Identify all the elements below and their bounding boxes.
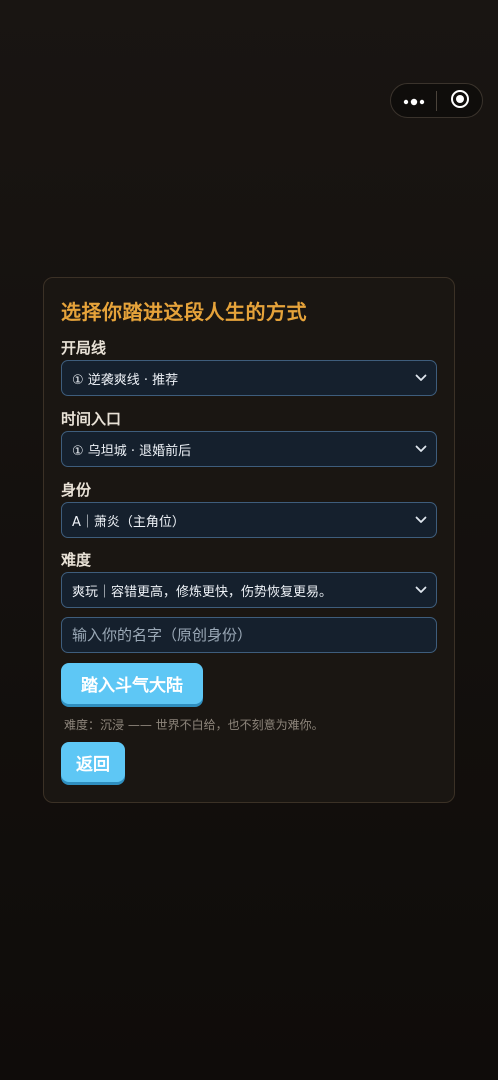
name-input[interactable] — [61, 617, 437, 653]
enter-world-button[interactable]: 踏入斗气大陆 — [61, 663, 203, 704]
card-title: 选择你踏进这段人生的方式 — [61, 300, 307, 324]
more-button[interactable] — [391, 84, 436, 117]
opening-line-select[interactable]: ① 逆袭爽线 · 推荐 — [61, 360, 437, 396]
close-mini-program-button[interactable] — [437, 84, 482, 117]
chevron-down-icon — [415, 514, 427, 526]
identity-select[interactable]: A｜萧炎（主角位） — [61, 502, 437, 538]
identity-label: 身份 — [61, 481, 92, 499]
more-dots-icon — [403, 91, 425, 110]
chevron-down-icon — [415, 584, 427, 596]
time-entry-value: ① 乌坦城 · 退婚前后 — [72, 443, 192, 459]
chevron-down-icon — [415, 443, 427, 455]
time-entry-label: 时间入口 — [61, 410, 122, 428]
opening-line-value: ① 逆袭爽线 · 推荐 — [72, 372, 179, 388]
back-button[interactable]: 返回 — [61, 742, 125, 782]
difficulty-select[interactable]: 爽玩｜容错更高，修炼更快，伤势恢复更易。 — [61, 572, 437, 608]
identity-value: A｜萧炎（主角位） — [72, 514, 185, 530]
difficulty-hint: 难度：沉浸 —— 世界不白给，也不刻意为难你。 — [64, 718, 324, 732]
time-entry-select[interactable]: ① 乌坦城 · 退婚前后 — [61, 431, 437, 467]
chevron-down-icon — [415, 372, 427, 384]
difficulty-value: 爽玩｜容错更高，修炼更快，伤势恢复更易。 — [72, 584, 333, 600]
mini-program-capsule — [390, 83, 483, 118]
difficulty-label: 难度 — [61, 551, 92, 569]
target-circle-icon — [450, 89, 470, 113]
opening-line-label: 开局线 — [61, 339, 107, 357]
